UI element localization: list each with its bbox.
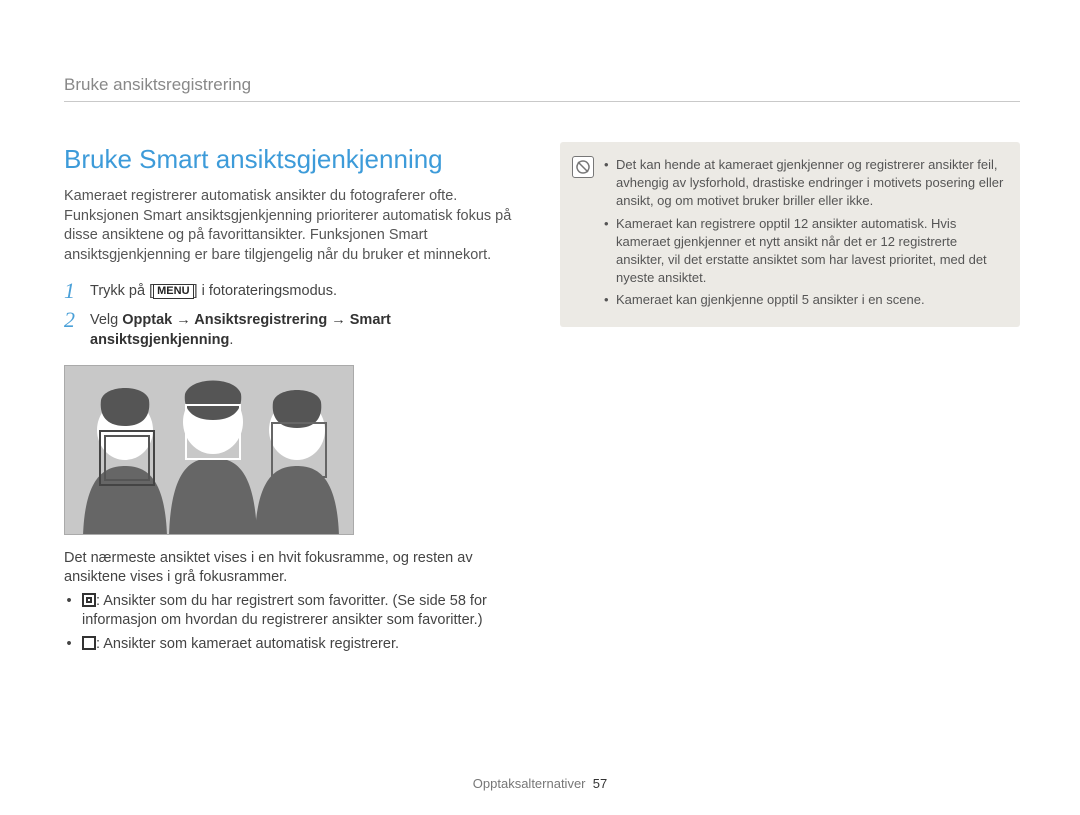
face-illustration (64, 365, 354, 535)
right-column: Det kan hende at kameraet gjenkjenner og… (560, 142, 1020, 654)
step-body: Trykk på [MENU] i fotorateringsmodus. (90, 279, 524, 302)
step-1: 1 Trykk på [MENU] i fotorateringsmodus. (64, 279, 524, 302)
menu-key-icon: MENU (153, 284, 193, 299)
double-frame-icon (82, 593, 96, 607)
left-column: Bruke Smart ansiktsgjenkjenning Kameraet… (64, 142, 524, 654)
legend-favorite: • : Ansikter som du har registrert som f… (64, 592, 524, 631)
legend-body: : Ansikter som kameraet automatisk regis… (82, 635, 399, 655)
note-icon (572, 156, 594, 178)
legend-body: : Ansikter som du har registrert som fav… (82, 592, 524, 631)
arrow: → (172, 312, 194, 328)
step2-bold1: Opptak (122, 312, 172, 328)
note-item: Det kan hende at kameraet gjenkjenner og… (604, 156, 1004, 211)
focus-frame-primary-icon (185, 404, 241, 460)
arrow: → (327, 312, 350, 328)
bullet-dot: • (64, 635, 74, 655)
note-item: Kameraet kan registrere opptil 12 ansikt… (604, 215, 1004, 288)
step-body: Velg Opptak → Ansiktsregistrering → Smar… (90, 308, 524, 350)
legend-auto-text: : Ansikter som kameraet automatisk regis… (96, 636, 399, 652)
note-item: Kameraet kan gjenkjenne opptil 5 ansikte… (604, 291, 1004, 309)
step-number: 1 (64, 279, 82, 302)
frame-legend: • : Ansikter som du har registrert som f… (64, 592, 524, 655)
focus-frame-auto-icon (271, 422, 327, 478)
step-2: 2 Velg Opptak → Ansiktsregistrering → Sm… (64, 308, 524, 350)
intro-paragraph: Kameraet registrerer automatisk ansikter… (64, 187, 524, 265)
single-frame-icon (82, 636, 96, 650)
post-image-paragraph: Det nærmeste ansiktet vises i en hvit fo… (64, 549, 524, 588)
legend-fav-text: : Ansikter som du har registrert som fav… (82, 593, 487, 629)
step2-pre: Velg (90, 312, 122, 328)
page-number: 57 (593, 776, 607, 791)
step-number: 2 (64, 308, 82, 350)
two-column-layout: Bruke Smart ansiktsgjenkjenning Kameraet… (64, 142, 1020, 654)
step1-post: ] i fotorateringsmodus. (194, 283, 337, 299)
step2-period: . (229, 332, 233, 348)
footer-label: Opptaksalternativer (473, 776, 586, 791)
page-footer: Opptaksalternativer 57 (0, 775, 1080, 793)
page-title: Bruke Smart ansiktsgjenkjenning (64, 142, 524, 177)
step1-pre: Trykk på [ (90, 283, 153, 299)
bullet-dot: • (64, 592, 74, 631)
note-box: Det kan hende at kameraet gjenkjenner og… (560, 142, 1020, 328)
step2-bold2: Ansiktsregistrering (194, 312, 327, 328)
section-header: Bruke ansiktsregistrering (64, 74, 1020, 102)
note-list: Det kan hende at kameraet gjenkjenner og… (604, 156, 1004, 314)
focus-frame-favorite-icon (99, 430, 155, 486)
legend-auto: • : Ansikter som kameraet automatisk reg… (64, 635, 524, 655)
steps-list: 1 Trykk på [MENU] i fotorateringsmodus. … (64, 279, 524, 350)
